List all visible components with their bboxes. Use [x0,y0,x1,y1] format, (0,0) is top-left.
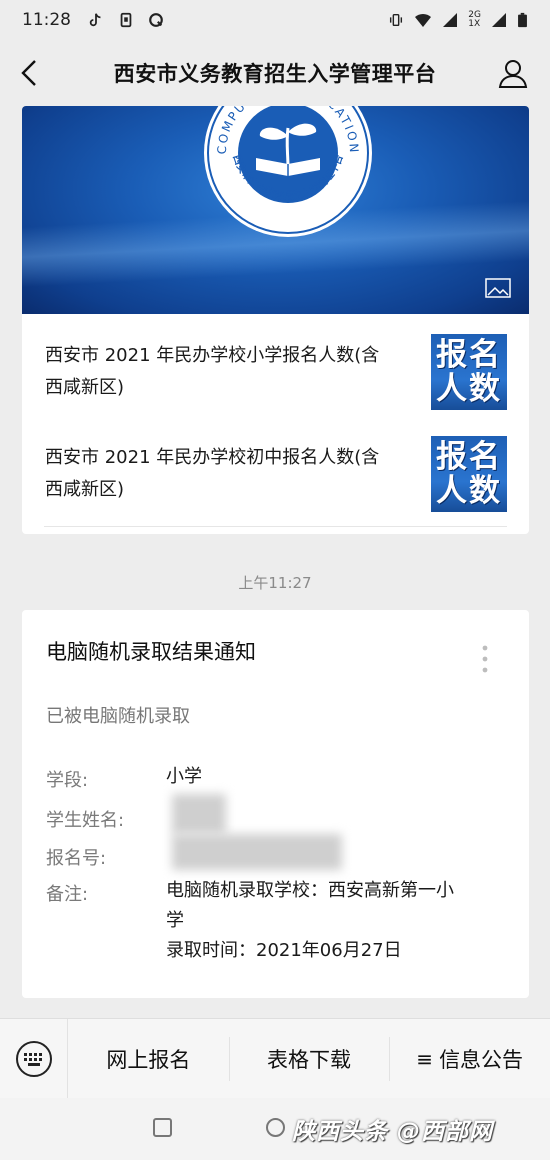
compulsory-education-logo: COMPULSORY EDUCATION 西安市义务教育招生入学管理平台 [198,106,378,238]
notice-card[interactable]: 电脑随机录取结果通知 已被电脑随机录取 学段: 小学 学生姓名: 报名号: 备注… [22,610,529,998]
network-type-label: 2G 1X [468,10,481,29]
status-notification-icons [87,12,165,28]
status-bar: 11:28 2G 1X [0,0,550,40]
app-q-icon [149,13,163,27]
redacted-name [172,794,226,834]
bottom-menu: 网上报名 表格下载 ≡ 信息公告 [0,1018,550,1099]
header: 西安市义务教育招生入学管理平台 [0,40,550,106]
home-button[interactable] [266,1118,285,1137]
article-card: COMPULSORY EDUCATION 西安市义务教育招生入学管理平台 西安市… [22,106,529,534]
field-value: 小学 [166,766,202,787]
status-time: 11:28 [22,10,71,30]
system-nav-bar: 陕西头条 @西部网 [0,1098,550,1160]
article-thumbnail: 报名 人数 [431,334,507,410]
back-button[interactable] [14,56,44,90]
notice-subtitle: 已被电脑随机录取 [46,706,190,727]
menu-online-registration[interactable]: 网上报名 [68,1019,229,1099]
notice-title: 电脑随机录取结果通知 [46,640,256,664]
field-label: 学生姓名: [46,810,125,831]
more-options-icon[interactable] [481,644,489,674]
signal-2-icon [492,13,506,27]
article-item[interactable]: 西安市 2021 年民办学校初中报名人数(含 西咸新区) 报名 人数 [22,424,529,524]
field-label: 报名号: [46,848,107,869]
article-thumbnail: 报名 人数 [431,436,507,512]
watermark: 陕西头条 @西部网 [292,1119,494,1145]
field-label: 备注: [46,884,89,905]
recent-apps-button[interactable] [153,1118,172,1137]
field-value: 电脑随机录取学校：西安高新第一小 学 录取时间：2021年06月27日 [166,880,454,961]
wifi-icon [415,13,432,27]
message-timestamp: 上午11:27 [238,574,312,592]
sim-card-icon [120,12,132,28]
status-system-icons: 2G 1X [387,11,528,29]
image-icon [485,278,511,298]
signal-icon [443,13,458,27]
menu-label: 网上报名 [106,1047,191,1072]
menu-form-download[interactable]: 表格下载 [228,1019,390,1099]
divider [44,526,507,527]
keyboard-toggle-button[interactable] [0,1018,68,1099]
battery-icon [518,12,527,28]
chevron-left-icon [21,60,36,86]
submenu-icon: ≡ [416,1046,434,1071]
page-title: 西安市义务教育招生入学管理平台 [113,62,437,86]
article-item[interactable]: 西安市 2021 年民办学校小学报名人数(含 西咸新区) 报名 人数 [22,322,529,422]
menu-information-notice[interactable]: ≡ 信息公告 [389,1019,550,1099]
vibrate-icon [390,13,403,27]
article-title: 西安市 2021 年民办学校小学报名人数(含 西咸新区) [45,345,380,398]
keyboard-icon [15,1040,52,1077]
menu-label: 信息公告 [439,1047,524,1072]
tiktok-icon [89,13,101,27]
field-label: 学段: [46,770,89,791]
profile-button[interactable] [496,56,530,90]
article-banner-image[interactable]: COMPULSORY EDUCATION 西安市义务教育招生入学管理平台 [22,106,529,314]
redacted-registration-number [172,834,342,870]
article-title: 西安市 2021 年民办学校初中报名人数(含 西咸新区) [45,447,380,500]
menu-label: 表格下载 [267,1047,351,1072]
user-icon [498,60,528,88]
